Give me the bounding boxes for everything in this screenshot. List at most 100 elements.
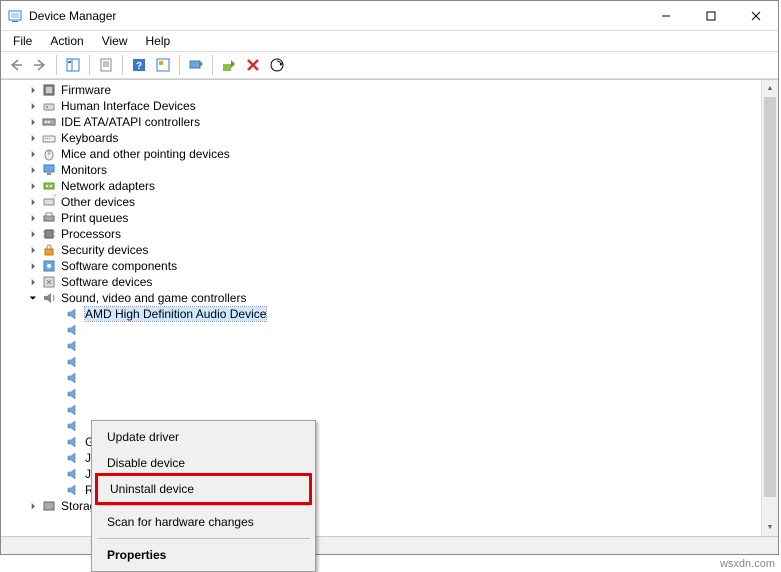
menubar: File Action View Help xyxy=(1,31,778,51)
tree-category[interactable]: ⏵ Software components xyxy=(1,258,761,274)
tree-category[interactable]: ⏵ Processors xyxy=(1,226,761,242)
tree-device[interactable] xyxy=(1,322,761,338)
category-label: Network adapters xyxy=(61,179,155,193)
uninstall-button[interactable] xyxy=(242,54,264,76)
tree-category[interactable]: ⏵ IDE ATA/ATAPI controllers xyxy=(1,114,761,130)
vertical-scrollbar[interactable]: ▲ ▼ xyxy=(761,80,778,536)
chevron-down-icon[interactable]: ⏷ xyxy=(25,290,41,306)
category-label: Software devices xyxy=(61,275,152,289)
tree-device[interactable] xyxy=(1,354,761,370)
scroll-down-icon[interactable]: ▼ xyxy=(762,519,778,536)
tree-device[interactable] xyxy=(1,386,761,402)
security-devices-icon xyxy=(41,242,57,258)
tree-device[interactable] xyxy=(1,338,761,354)
window-title: Device Manager xyxy=(29,9,643,23)
category-label: Security devices xyxy=(61,243,148,257)
context-menu: Update driverDisable deviceUninstall dev… xyxy=(91,420,316,572)
chevron-right-icon[interactable]: ⏵ xyxy=(25,274,41,290)
back-button[interactable] xyxy=(5,54,27,76)
category-label: Firmware xyxy=(61,83,111,97)
menu-separator xyxy=(97,538,310,539)
audio-device-icon xyxy=(65,306,81,322)
action-button[interactable] xyxy=(152,54,174,76)
tree-category[interactable]: ⏵ Human Interface Devices xyxy=(1,98,761,114)
ide-ata-atapi-controllers-icon xyxy=(41,114,57,130)
tree-category[interactable]: ⏷ Sound, video and game controllers xyxy=(1,290,761,306)
audio-device-icon xyxy=(65,354,81,370)
app-icon xyxy=(7,8,23,24)
toolbar: ? xyxy=(1,51,778,79)
chevron-right-icon[interactable]: ⏵ xyxy=(25,194,41,210)
sound-video-and-game-controllers-icon xyxy=(41,290,57,306)
scrollbar-thumb[interactable] xyxy=(764,97,776,497)
properties-button[interactable] xyxy=(95,54,117,76)
tree-category[interactable]: ⏵ Mice and other pointing devices xyxy=(1,146,761,162)
tree-device[interactable]: AMD High Definition Audio Device xyxy=(1,306,761,322)
minimize-button[interactable] xyxy=(643,1,688,30)
maximize-button[interactable] xyxy=(688,1,733,30)
category-label: Monitors xyxy=(61,163,107,177)
category-label: Human Interface Devices xyxy=(61,99,196,113)
chevron-right-icon[interactable]: ⏵ xyxy=(25,258,41,274)
close-button[interactable] xyxy=(733,1,778,30)
chevron-right-icon[interactable]: ⏵ xyxy=(25,178,41,194)
device-label: AMD High Definition Audio Device xyxy=(85,307,266,321)
tree-category[interactable]: ⏵ Monitors xyxy=(1,162,761,178)
tree-device[interactable] xyxy=(1,370,761,386)
show-hide-tree-button[interactable] xyxy=(62,54,84,76)
audio-device-icon xyxy=(65,434,81,450)
menu-action[interactable]: Action xyxy=(42,32,91,50)
category-label: Sound, video and game controllers xyxy=(61,291,246,305)
category-label: Mice and other pointing devices xyxy=(61,147,230,161)
chevron-right-icon[interactable]: ⏵ xyxy=(25,82,41,98)
chevron-right-icon[interactable]: ⏵ xyxy=(25,146,41,162)
tree-category[interactable]: ⏵ Print queues xyxy=(1,210,761,226)
chevron-right-icon[interactable]: ⏵ xyxy=(25,498,41,514)
other-devices-icon: ? xyxy=(41,194,57,210)
storage-controllers-icon xyxy=(41,498,57,514)
network-adapters-icon xyxy=(41,178,57,194)
chevron-right-icon[interactable]: ⏵ xyxy=(25,210,41,226)
tree-category[interactable]: ⏵ Network adapters xyxy=(1,178,761,194)
device-manager-window: Device Manager File Action View Help ? xyxy=(0,0,779,555)
menu-view[interactable]: View xyxy=(94,32,136,50)
svg-text:?: ? xyxy=(52,194,57,201)
category-label: IDE ATA/ATAPI controllers xyxy=(61,115,200,129)
chevron-right-icon[interactable]: ⏵ xyxy=(25,130,41,146)
human-interface-devices-icon xyxy=(41,98,57,114)
forward-button[interactable] xyxy=(29,54,51,76)
tree-category[interactable]: ⏵? Other devices xyxy=(1,194,761,210)
category-label: Software components xyxy=(61,259,177,273)
tree-category[interactable]: ⏵ Firmware xyxy=(1,82,761,98)
menu-separator xyxy=(97,505,310,506)
scroll-up-icon[interactable]: ▲ xyxy=(762,80,778,97)
menu-file[interactable]: File xyxy=(5,32,40,50)
chevron-right-icon[interactable]: ⏵ xyxy=(25,242,41,258)
audio-device-icon xyxy=(65,370,81,386)
scan-hardware-button[interactable] xyxy=(266,54,288,76)
chevron-right-icon[interactable]: ⏵ xyxy=(25,226,41,242)
category-label: Print queues xyxy=(61,211,128,225)
mice-and-other-pointing-devices-icon xyxy=(41,146,57,162)
context-menu-scan-for-hardware-changes[interactable]: Scan for hardware changes xyxy=(95,509,312,535)
tree-device[interactable] xyxy=(1,402,761,418)
chevron-right-icon[interactable]: ⏵ xyxy=(25,114,41,130)
svg-text:?: ? xyxy=(136,61,142,72)
tree-category[interactable]: ⏵ Software devices xyxy=(1,274,761,290)
update-driver-button[interactable] xyxy=(185,54,207,76)
audio-device-icon xyxy=(65,386,81,402)
context-menu-update-driver[interactable]: Update driver xyxy=(95,424,312,450)
menu-help[interactable]: Help xyxy=(138,32,179,50)
chevron-right-icon[interactable]: ⏵ xyxy=(25,98,41,114)
context-menu-uninstall-device[interactable]: Uninstall device xyxy=(98,476,309,502)
context-menu-properties[interactable]: Properties xyxy=(95,542,312,568)
category-label: Other devices xyxy=(61,195,135,209)
highlighted-menu-item: Uninstall device xyxy=(95,473,312,505)
tree-category[interactable]: ⏵ Security devices xyxy=(1,242,761,258)
chevron-right-icon[interactable]: ⏵ xyxy=(25,162,41,178)
help-button[interactable]: ? xyxy=(128,54,150,76)
category-label: Processors xyxy=(61,227,121,241)
audio-device-icon xyxy=(65,322,81,338)
tree-category[interactable]: ⏵Keyboards xyxy=(1,130,761,146)
enable-button[interactable] xyxy=(218,54,240,76)
